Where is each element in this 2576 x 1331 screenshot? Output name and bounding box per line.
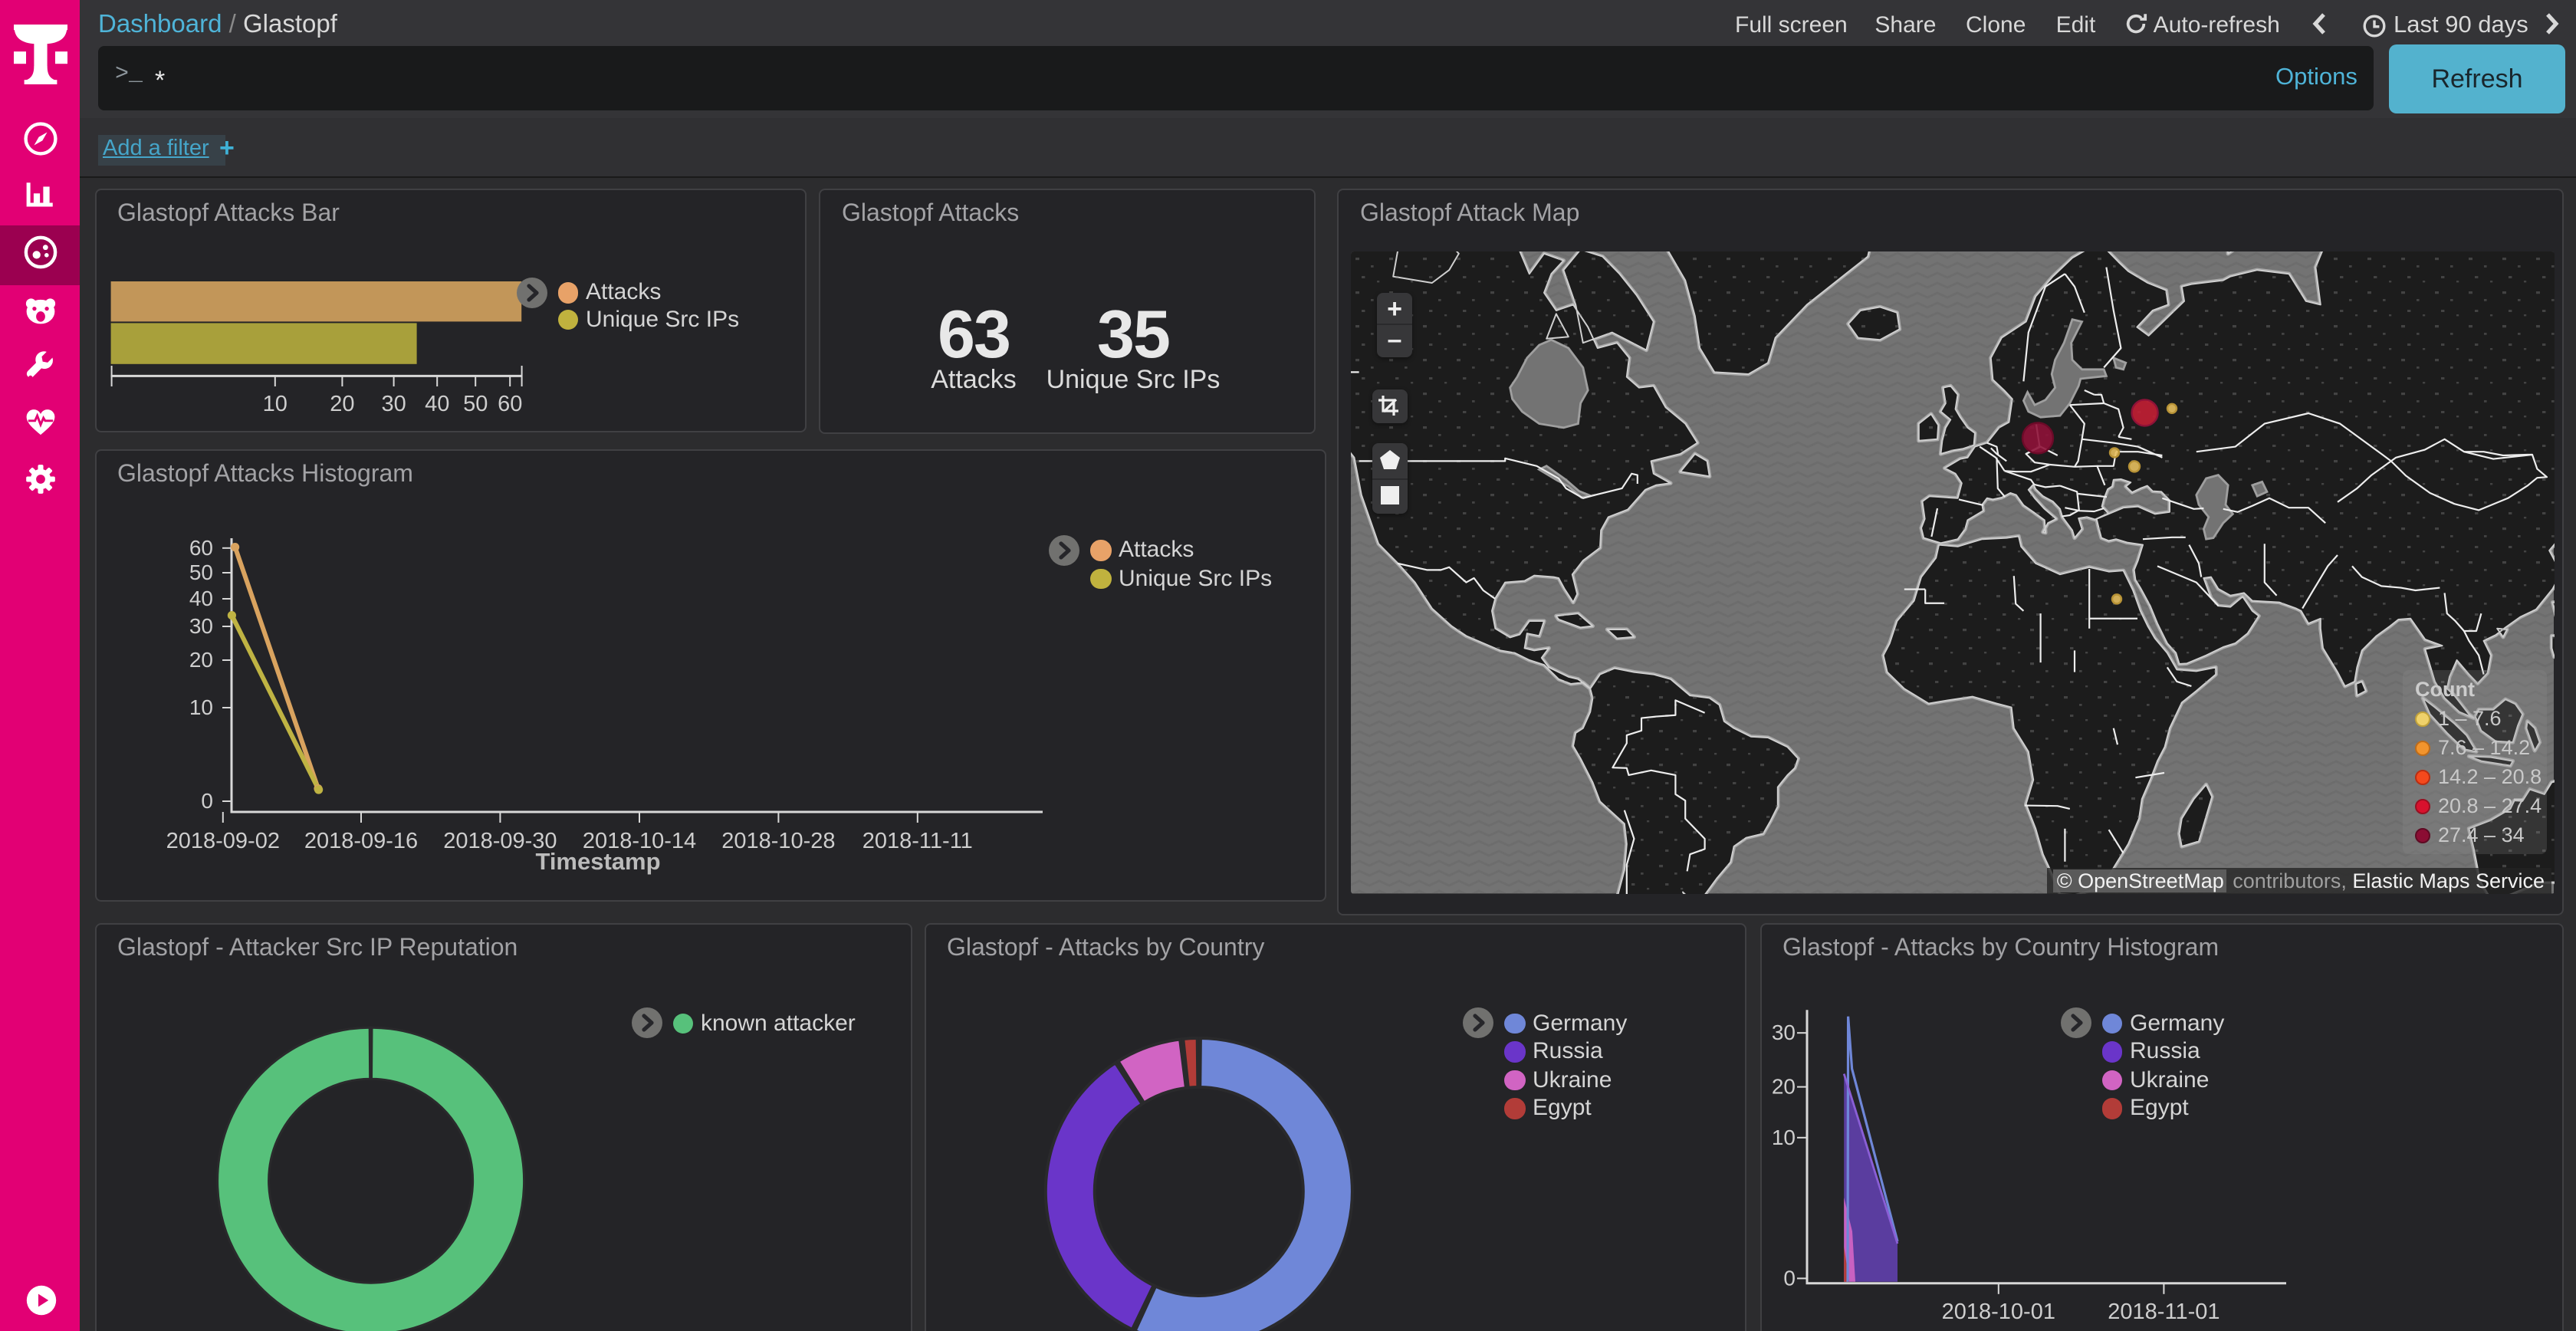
- svg-text:0: 0: [200, 788, 212, 812]
- svg-text:10: 10: [1771, 1126, 1795, 1149]
- svg-text:2018-11-01: 2018-11-01: [2107, 1300, 2219, 1324]
- svg-text:30: 30: [380, 392, 405, 416]
- svg-text:2018-10-01: 2018-10-01: [1941, 1300, 2055, 1324]
- svg-text:10: 10: [189, 695, 212, 718]
- svg-text:20: 20: [329, 392, 353, 416]
- svg-text:2018-11-11: 2018-11-11: [862, 828, 972, 853]
- svg-text:60: 60: [497, 392, 521, 416]
- svg-text:0: 0: [1783, 1266, 1795, 1290]
- svg-text:Timestamp: Timestamp: [534, 847, 659, 874]
- svg-text:40: 40: [424, 392, 449, 416]
- svg-text:20: 20: [189, 647, 212, 671]
- svg-text:20: 20: [1771, 1075, 1795, 1099]
- svg-text:60: 60: [189, 535, 212, 559]
- svg-text:2018-09-16: 2018-09-16: [304, 828, 417, 853]
- svg-text:30: 30: [189, 613, 212, 637]
- svg-text:50: 50: [189, 560, 212, 583]
- svg-text:30: 30: [1771, 1020, 1795, 1044]
- svg-text:2018-10-28: 2018-10-28: [721, 828, 834, 853]
- svg-text:50: 50: [462, 392, 487, 416]
- svg-text:10: 10: [262, 392, 287, 416]
- svg-text:40: 40: [189, 586, 212, 610]
- svg-text:2018-09-02: 2018-09-02: [166, 828, 279, 853]
